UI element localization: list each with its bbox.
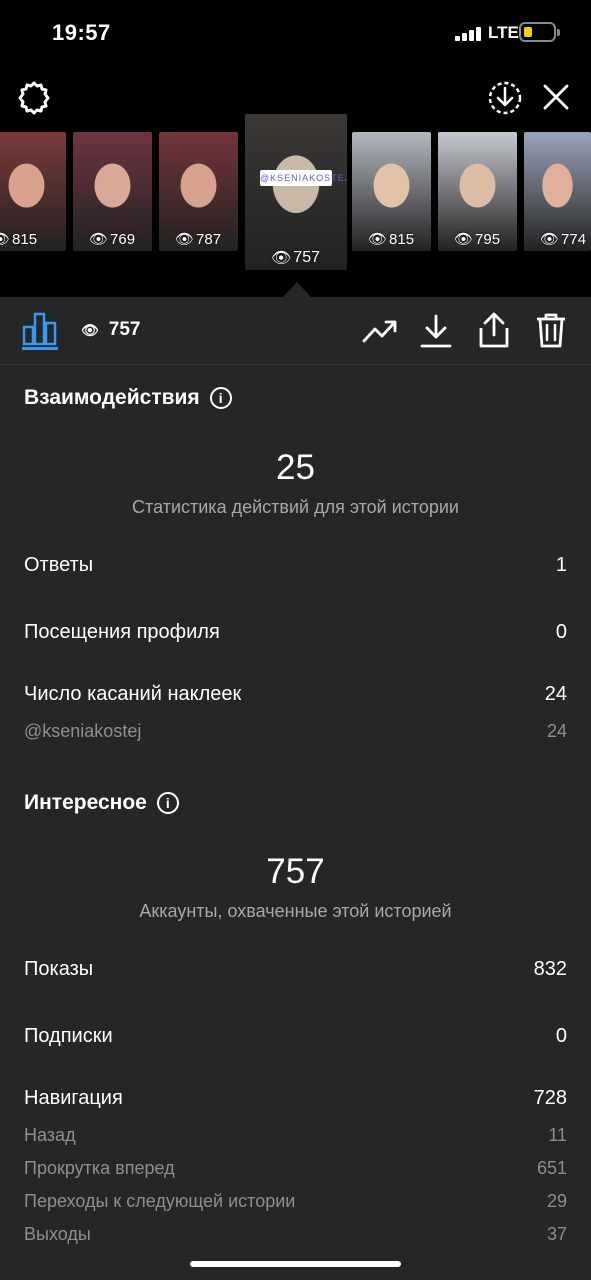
stat-row-navigation: Навигация 728 bbox=[24, 1087, 567, 1109]
battery-icon bbox=[519, 22, 560, 42]
discovery-subtitle: Аккаунты, охваченные этой историей bbox=[139, 901, 452, 921]
stat-row-follows: Подписки 0 bbox=[24, 1025, 567, 1047]
story-thumbnail-selected[interactable]: @KSENIAKOSTEJ 👁 757 bbox=[245, 114, 347, 270]
selection-pointer bbox=[283, 282, 311, 297]
status-bar: 19:57 LTE bbox=[0, 0, 591, 66]
eye-icon: 👁 bbox=[454, 231, 474, 248]
stat-row-exits: Выходы 37 bbox=[24, 1224, 567, 1244]
home-indicator[interactable] bbox=[190, 1261, 401, 1267]
section-title-discovery: Интересное i bbox=[24, 791, 179, 815]
thumbnail-view-count: 👁 769 bbox=[89, 230, 136, 249]
stat-row-mention: @kseniakostej 24 bbox=[24, 721, 567, 741]
status-time: 19:57 bbox=[52, 20, 111, 45]
info-icon[interactable]: i bbox=[209, 387, 232, 409]
stat-row-profile-visits: Посещения профиля 0 bbox=[24, 621, 567, 643]
eye-icon: 👁 bbox=[271, 250, 292, 267]
discovery-total: 757 bbox=[266, 852, 325, 891]
stat-row-back: Назад 11 bbox=[24, 1125, 567, 1145]
eye-icon: 👁 bbox=[81, 321, 99, 338]
share-icon[interactable] bbox=[477, 311, 511, 354]
story-thumbnail[interactable]: 👁 795 bbox=[438, 132, 517, 251]
download-icon[interactable] bbox=[420, 313, 452, 354]
stats-toolbar: 👁 757 bbox=[0, 297, 591, 365]
eye-icon: 👁 bbox=[540, 231, 560, 248]
trending-up-icon[interactable] bbox=[362, 317, 398, 350]
eye-icon: 👁 bbox=[0, 231, 11, 248]
stat-row-next-story: Переходы к следующей истории 29 bbox=[24, 1191, 567, 1211]
thumbnail-view-count: 👁 757 bbox=[271, 249, 321, 267]
thumbnail-view-count: 👁 787 bbox=[175, 230, 222, 249]
thumbnail-view-count: 👁 815 bbox=[368, 230, 415, 249]
eye-icon: 👁 bbox=[175, 231, 195, 248]
story-thumbnail[interactable]: 👁 769 bbox=[73, 132, 152, 251]
network-label: LTE bbox=[488, 23, 519, 42]
thumbnail-view-count: 👁 774 bbox=[540, 230, 587, 249]
eye-icon: 👁 bbox=[89, 231, 109, 248]
info-icon[interactable]: i bbox=[156, 792, 179, 814]
stat-row-forward: Прокрутка вперед 651 bbox=[24, 1158, 567, 1178]
story-preview-header: 19:57 LTE 👁 815 👁 769 👁 787 @KSENIAKOSTE… bbox=[0, 0, 591, 297]
interactions-total: 25 bbox=[276, 448, 315, 487]
story-thumbnail[interactable]: 👁 815 bbox=[352, 132, 431, 251]
thumbnail-view-count: 👁 795 bbox=[454, 230, 501, 249]
story-thumbnail-strip: 👁 815 👁 769 👁 787 @KSENIAKOSTEJ 👁 757 👁 815 👁… bbox=[0, 112, 591, 272]
section-title-interactions: Взаимодействия i bbox=[24, 386, 232, 410]
thumbnail-view-count: 👁 815 bbox=[0, 230, 37, 249]
story-thumbnail[interactable]: 👁 815 bbox=[0, 132, 66, 251]
stat-row-impressions: Показы 832 bbox=[24, 958, 567, 980]
stat-row-replies: Ответы 1 bbox=[24, 554, 567, 576]
bar-chart-icon[interactable] bbox=[22, 311, 58, 356]
mention-sticker: @KSENIAKOSTEJ bbox=[260, 170, 347, 186]
toolbar-view-count: 👁 757 bbox=[81, 319, 141, 340]
eye-icon: 👁 bbox=[368, 231, 388, 248]
interactions-subtitle: Статистика действий для этой истории bbox=[132, 497, 459, 517]
story-thumbnail[interactable]: 👁 774 bbox=[524, 132, 591, 251]
stat-row-sticker-taps: Число касаний наклеек 24 bbox=[24, 683, 567, 705]
trash-icon[interactable] bbox=[534, 311, 568, 354]
signal-icon bbox=[455, 27, 482, 41]
story-thumbnail[interactable]: 👁 787 bbox=[159, 132, 238, 251]
